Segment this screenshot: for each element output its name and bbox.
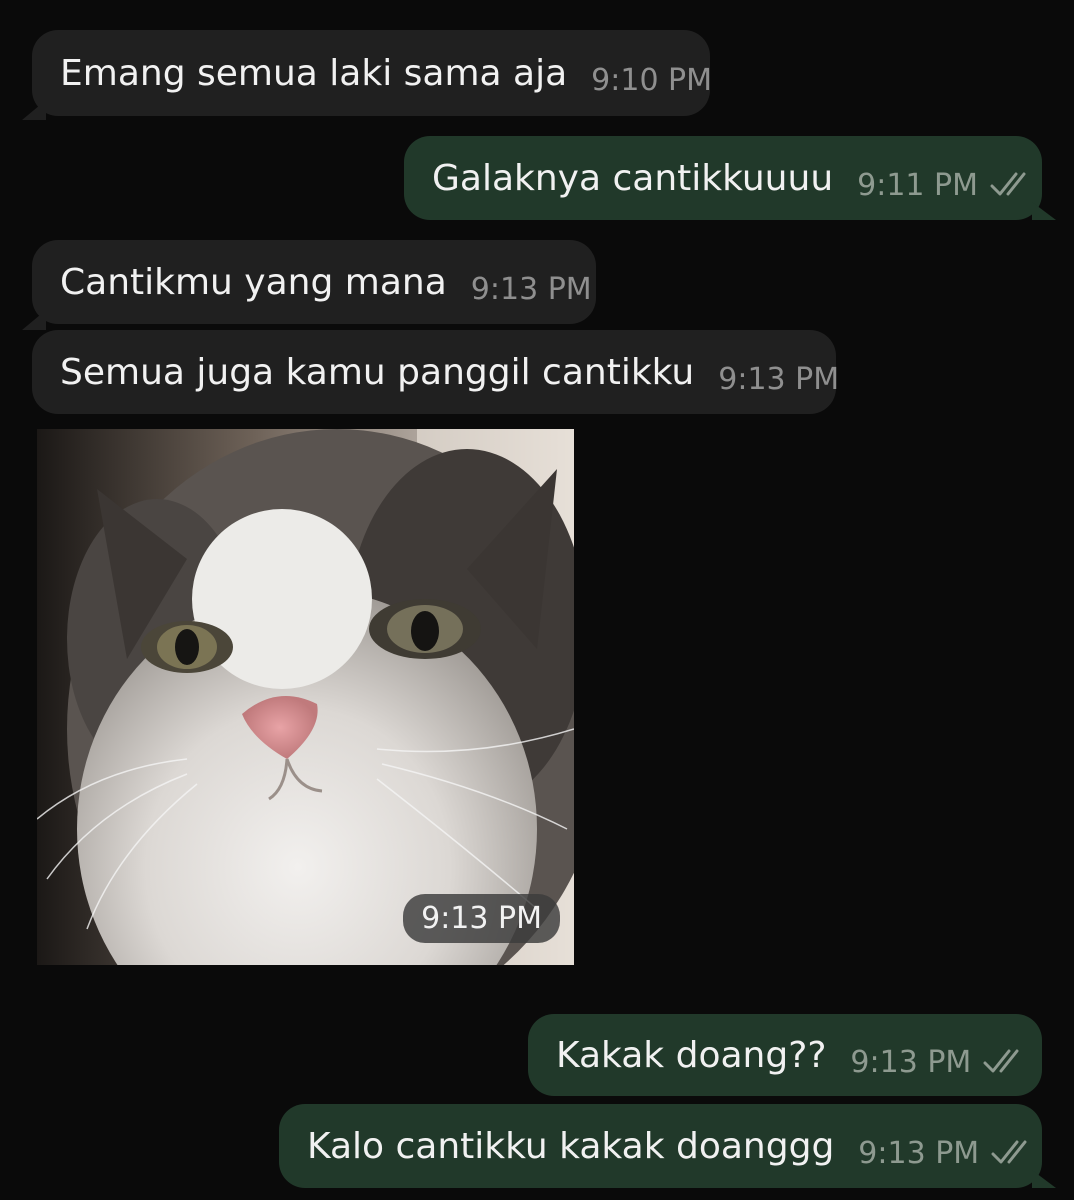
cat-photo-message[interactable]: 9:13 PM <box>37 429 574 965</box>
message-time: 9:13 PM <box>718 361 840 397</box>
message-bubble-incoming[interactable]: Emang semua laki sama aja 9:10 PM <box>32 30 713 116</box>
message-bubble-outgoing[interactable]: Kakak doang?? 9:13 PM <box>528 1014 1042 1096</box>
photo-time-badge: 9:13 PM <box>403 894 560 943</box>
message-text: Kakak doang?? <box>556 1034 827 1076</box>
message-text: Emang semua laki sama aja <box>60 52 568 94</box>
message-bubble-incoming[interactable]: Semua juga kamu panggil cantikku 9:13 PM <box>32 330 840 414</box>
message-bubble-incoming[interactable]: Cantikmu yang mana 9:13 PM <box>32 240 596 324</box>
double-check-icon <box>990 172 1026 196</box>
message-text: Cantikmu yang mana <box>60 261 447 303</box>
double-check-icon <box>983 1049 1019 1073</box>
message-text: Kalo cantikku kakak doanggg <box>307 1125 835 1167</box>
double-check-icon <box>991 1140 1027 1164</box>
message-bubble-outgoing[interactable]: Galaknya cantikkuuuu 9:11 PM <box>404 136 1042 220</box>
cat-photo <box>37 429 574 965</box>
message-time: 9:11 PM <box>857 167 979 203</box>
message-text: Galaknya cantikkuuuu <box>432 157 834 199</box>
message-time: 9:10 PM <box>591 62 713 98</box>
message-time: 9:13 PM <box>470 271 592 307</box>
message-time: 9:13 PM <box>850 1044 972 1080</box>
message-time: 9:13 PM <box>858 1135 980 1171</box>
message-text: Semua juga kamu panggil cantikku <box>60 351 695 393</box>
message-bubble-outgoing[interactable]: Kalo cantikku kakak doanggg 9:13 PM <box>279 1104 1042 1188</box>
chat-thread: Emang semua laki sama aja 9:10 PM Galakn… <box>0 0 1074 1200</box>
